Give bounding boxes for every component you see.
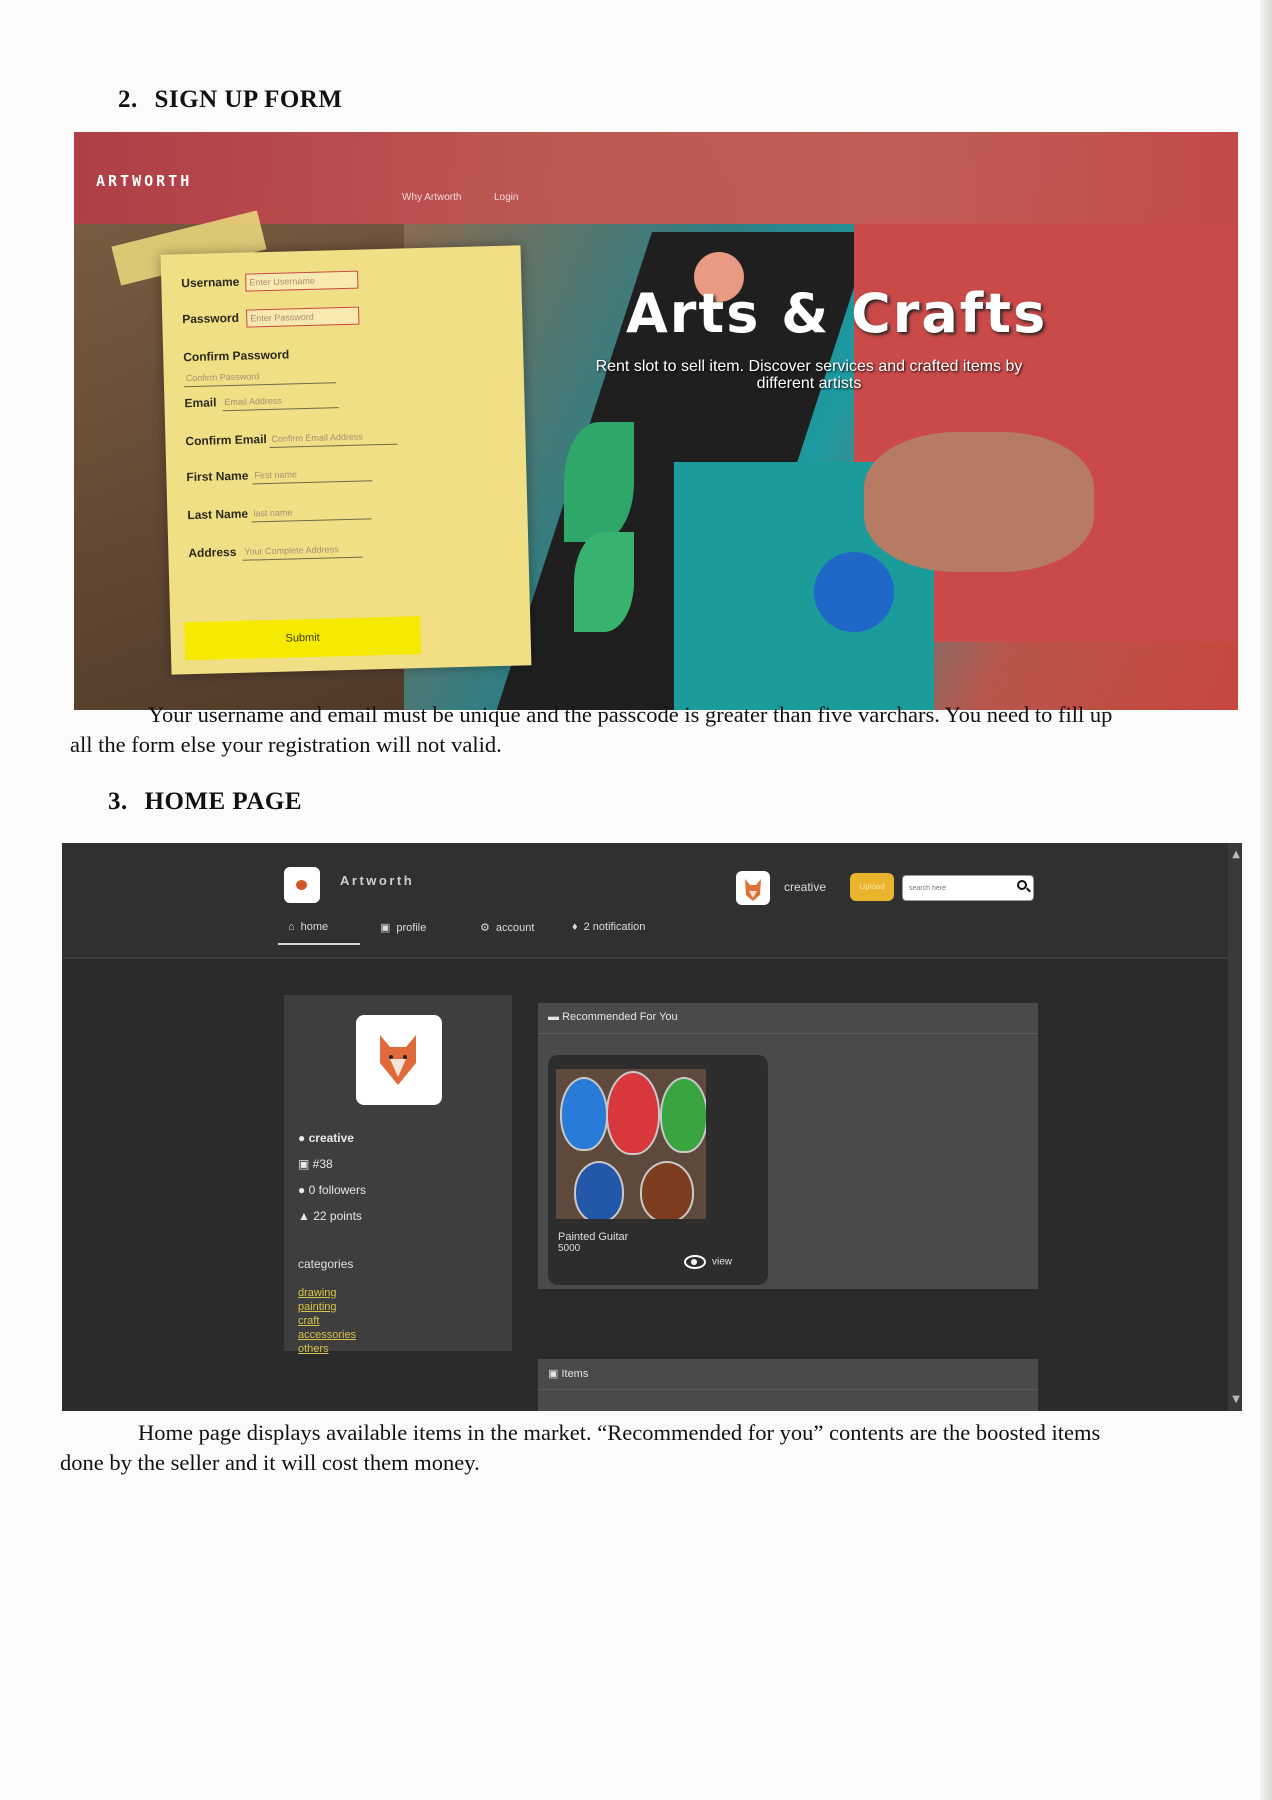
tab-account-label: account [495,922,535,934]
item-title: Painted Guitar [558,1231,629,1243]
search-input[interactable] [907,880,1009,896]
signup-caption-line1: Your username and email must be unique a… [148,702,1113,727]
category-link-accessories[interactable]: accessories [298,1329,356,1342]
confirm-password-label: Confirm Password [183,347,290,365]
profile-followers: ● 0 followers [298,1183,366,1197]
submit-button[interactable]: Submit [184,616,422,661]
tab-profile[interactable]: ▣ profile [380,921,426,934]
username-field[interactable]: Enter Username [245,270,359,292]
confirm-password-field[interactable]: Confirm Password [183,366,336,388]
tab-notification-label: 2 notification [583,921,646,933]
recommended-panel: ▬ Recommended For You Painted Guitar 500… [538,1003,1038,1289]
nav-why-artworth[interactable]: Why Artworth [402,192,461,203]
id-badge-icon: ▣ [298,1157,313,1171]
section-2-title: SIGN UP FORM [154,86,343,113]
item-price: 5000 [558,1243,581,1254]
gears-icon: ⚙ [480,922,490,934]
profile-points: ▲ 22 points [298,1209,362,1223]
first-name-field[interactable]: First name [252,464,373,485]
scrollbar[interactable]: ▲ ▼ [1228,843,1242,1411]
tag-icon: ▬ [548,1011,563,1023]
address-label: Address [188,544,237,561]
section-2-number: 2. [118,86,138,113]
panel-divider [538,1389,1038,1390]
user-icon: ● [298,1131,309,1145]
leaf-decoration [564,422,634,542]
profile-avatar[interactable] [356,1015,442,1105]
id-card-icon: ▣ [380,922,391,934]
panel-divider [538,1033,1038,1034]
signup-screenshot: ARTWORTH Why Artworth Login Username Ent… [74,132,1238,710]
signup-form: Username Enter Username Password Enter P… [160,245,532,675]
section-3-heading: 3. HOME PAGE [108,788,302,816]
signup-caption-line2: all the form else your registration will… [70,732,502,757]
home-icon: ⌂ [288,921,295,933]
section-3-number: 3. [108,788,128,815]
scroll-up-icon[interactable]: ▲ [1232,849,1240,860]
header-divider [62,957,1242,959]
homepage-caption-line2: done by the seller and it will cost them… [60,1450,480,1475]
brand-name[interactable]: Artworth [340,873,414,888]
confirm-email-label: Confirm Email [185,432,267,449]
confirm-email-field[interactable]: Confirm Email Address [269,427,398,448]
user-avatar[interactable] [736,871,770,905]
tab-profile-label: profile [396,922,427,934]
tab-home-label: home [300,921,329,933]
profile-name: ● creative [298,1131,354,1145]
homepage-caption-line1: Home page displays available items in th… [138,1420,1101,1445]
blue-flower [814,552,894,632]
items-icon: ▣ [548,1368,562,1380]
fox-icon [745,879,761,901]
fox-icon [380,1035,416,1085]
categories-title: categories [298,1257,354,1271]
nav-login[interactable]: Login [494,192,518,203]
users-icon: ● [298,1183,309,1197]
signup-top-nav [74,132,1238,224]
scroll-down-icon[interactable]: ▼ [1232,1394,1240,1405]
password-label: Password [182,310,240,327]
last-name-label: Last Name [187,506,249,523]
tab-home[interactable]: ⌂ home [288,921,328,933]
homepage-screenshot: Artworth creative Upload ⌂home ▣profile … [62,843,1242,1411]
section-2-heading: 2. SIGN UP FORM [118,86,342,114]
active-tab-indicator [278,943,360,945]
category-link-craft[interactable]: craft [298,1315,319,1328]
email-field[interactable]: Email Address [222,391,339,412]
points-icon: ▲ [298,1209,314,1223]
hero-title: Arts & Crafts [626,282,1048,345]
password-field[interactable]: Enter Password [246,306,360,328]
item-card[interactable]: Painted Guitar 5000 view [548,1055,768,1285]
tab-account[interactable]: ⚙ account [480,921,534,934]
search-icon[interactable] [1017,880,1027,890]
header-username[interactable]: creative [784,880,826,894]
eye-icon [684,1255,706,1269]
section-3-title: HOME PAGE [144,788,303,815]
artworth-logo[interactable]: ARTWORTH [96,172,192,190]
items-panel: ▣ Items [538,1359,1038,1411]
category-link-painting[interactable]: painting [298,1301,337,1314]
items-heading: ▣ Items [548,1368,589,1380]
search-box [902,875,1034,901]
first-name-label: First Name [186,468,249,485]
homepage-header [62,843,1242,957]
recommended-heading: ▬ Recommended For You [548,1011,678,1023]
address-field[interactable]: Your Complete Address [242,540,363,561]
leaf-decoration [574,532,634,632]
painted-guitar-image [556,1069,706,1219]
last-name-field[interactable]: last name [251,502,372,523]
hero-subtitle: Rent slot to sell item. Discover service… [595,358,1023,392]
upload-button[interactable]: Upload [850,873,894,901]
email-label: Email [184,395,217,411]
view-button[interactable]: view [684,1255,732,1269]
username-label: Username [181,274,240,291]
artworth-logo-icon[interactable] [284,867,320,903]
category-link-drawing[interactable]: drawing [298,1287,337,1300]
tab-notification[interactable]: ♦ 2 notification [572,921,645,933]
profile-sidebar: ● creative ▣ #38 ● 0 followers ▲ 22 poin… [284,995,512,1355]
category-link-others[interactable]: others [298,1343,329,1356]
page-edge-shadow [1260,0,1272,1800]
bell-icon: ♦ [572,921,578,933]
hand-shape [864,432,1094,572]
profile-rank: ▣ #38 [298,1157,333,1171]
